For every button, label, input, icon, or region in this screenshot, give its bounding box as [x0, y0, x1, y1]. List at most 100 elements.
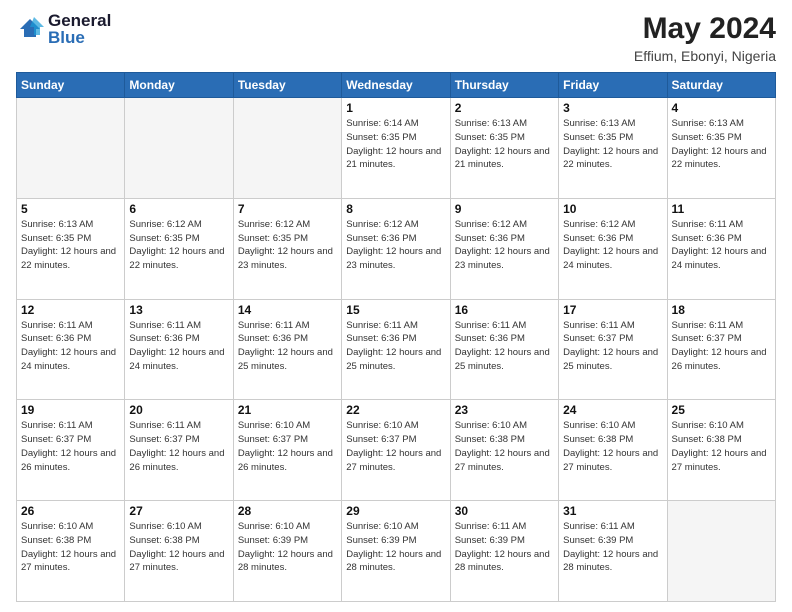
day-header-saturday: Saturday [667, 73, 775, 98]
cell-info: Sunrise: 6:10 AMSunset: 6:37 PMDaylight:… [346, 419, 445, 474]
day-number: 18 [672, 303, 771, 317]
day-number: 11 [672, 202, 771, 216]
day-cell-16: 16Sunrise: 6:11 AMSunset: 6:36 PMDayligh… [450, 299, 558, 400]
day-number: 12 [21, 303, 120, 317]
day-number: 1 [346, 101, 445, 115]
cell-info: Sunrise: 6:12 AMSunset: 6:35 PMDaylight:… [238, 218, 337, 273]
day-header-monday: Monday [125, 73, 233, 98]
day-cell-24: 24 Sunrise: 6:10 AMSunset: 6:38 PMDayligh… [559, 400, 667, 501]
logo-blue: Blue [48, 29, 111, 46]
logo-general: General [48, 12, 111, 29]
day-cell-14: 14Sunrise: 6:11 AMSunset: 6:36 PMDayligh… [233, 299, 341, 400]
cell-info: Sunrise: 6:12 AMSunset: 6:36 PMDaylight:… [455, 218, 554, 273]
day-number: 7 [238, 202, 337, 216]
week-row-3: 12 Sunrise: 6:11 AMSunset: 6:36 PMDayligh… [17, 299, 776, 400]
day-cell-30: 30 Sunrise: 6:11 AMSunset: 6:39 PMDayligh… [450, 501, 558, 602]
day-cell-9: 9 Sunrise: 6:12 AMSunset: 6:36 PMDaylight… [450, 198, 558, 299]
day-number: 28 [238, 504, 337, 518]
cell-info: Sunrise: 6:10 AMSunset: 6:38 PMDaylight:… [563, 419, 662, 474]
logo-icon [16, 15, 44, 43]
day-cell-21: 21 Sunrise: 6:10 AMSunset: 6:37 PMDayligh… [233, 400, 341, 501]
cell-info: Sunrise: 6:13 AMSunset: 6:35 PMDaylight:… [563, 117, 662, 172]
day-cell-3: 3 Sunrise: 6:13 AMSunset: 6:35 PMDaylight… [559, 98, 667, 199]
day-header-sunday: Sunday [17, 73, 125, 98]
week-row-4: 19 Sunrise: 6:11 AMSunset: 6:37 PMDayligh… [17, 400, 776, 501]
day-cell-1: 1 Sunrise: 6:14 AMSunset: 6:35 PMDaylight… [342, 98, 450, 199]
cell-info: Sunrise: 6:11 AMSunset: 6:36 PMDaylight:… [129, 319, 228, 374]
week-row-5: 26 Sunrise: 6:10 AMSunset: 6:38 PMDayligh… [17, 501, 776, 602]
cell-info: Sunrise: 6:14 AMSunset: 6:35 PMDaylight:… [346, 117, 445, 172]
cell-info: Sunrise: 6:12 AMSunset: 6:35 PMDaylight:… [129, 218, 228, 273]
cell-info: Sunrise: 6:11 AMSunset: 6:39 PMDaylight:… [455, 520, 554, 575]
day-number: 29 [346, 504, 445, 518]
cell-info: Sunrise: 6:10 AMSunset: 6:38 PMDaylight:… [21, 520, 120, 575]
day-cell-20: 20 Sunrise: 6:11 AMSunset: 6:37 PMDayligh… [125, 400, 233, 501]
month-year: May 2024 [634, 12, 776, 46]
day-number: 30 [455, 504, 554, 518]
cell-info: Sunrise: 6:13 AMSunset: 6:35 PMDaylight:… [672, 117, 771, 172]
cell-info: Sunrise: 6:11 AMSunset: 6:37 PMDaylight:… [129, 419, 228, 474]
day-number: 25 [672, 403, 771, 417]
cell-info: Sunrise: 6:11 AMSunset: 6:36 PMDaylight:… [346, 319, 445, 374]
title-block: May 2024 Effium, Ebonyi, Nigeria [634, 12, 776, 64]
week-row-1: 1 Sunrise: 6:14 AMSunset: 6:35 PMDaylight… [17, 98, 776, 199]
day-cell-22: 22 Sunrise: 6:10 AMSunset: 6:37 PMDayligh… [342, 400, 450, 501]
day-number: 9 [455, 202, 554, 216]
day-number: 10 [563, 202, 662, 216]
day-cell-4: 4 Sunrise: 6:13 AMSunset: 6:35 PMDaylight… [667, 98, 775, 199]
day-cell-25: 25Sunrise: 6:10 AMSunset: 6:38 PMDayligh… [667, 400, 775, 501]
cell-info: Sunrise: 6:12 AMSunset: 6:36 PMDaylight:… [346, 218, 445, 273]
day-number: 31 [563, 504, 662, 518]
day-number: 4 [672, 101, 771, 115]
day-number: 20 [129, 403, 228, 417]
cell-info: Sunrise: 6:12 AMSunset: 6:36 PMDaylight:… [563, 218, 662, 273]
day-number: 23 [455, 403, 554, 417]
day-number: 27 [129, 504, 228, 518]
cell-info: Sunrise: 6:10 AMSunset: 6:39 PMDaylight:… [238, 520, 337, 575]
day-cell-26: 26 Sunrise: 6:10 AMSunset: 6:38 PMDayligh… [17, 501, 125, 602]
day-header-thursday: Thursday [450, 73, 558, 98]
day-cell-empty [125, 98, 233, 199]
location: Effium, Ebonyi, Nigeria [634, 48, 776, 64]
day-number: 22 [346, 403, 445, 417]
day-number: 3 [563, 101, 662, 115]
day-cell-5: 5Sunrise: 6:13 AMSunset: 6:35 PMDaylight… [17, 198, 125, 299]
day-cell-23: 23Sunrise: 6:10 AMSunset: 6:38 PMDayligh… [450, 400, 558, 501]
day-cell-empty [17, 98, 125, 199]
logo-text: General Blue [48, 12, 111, 46]
cell-info: Sunrise: 6:11 AMSunset: 6:39 PMDaylight:… [563, 520, 662, 575]
cell-info: Sunrise: 6:11 AMSunset: 6:36 PMDaylight:… [21, 319, 120, 374]
day-number: 24 [563, 403, 662, 417]
cell-info: Sunrise: 6:11 AMSunset: 6:36 PMDaylight:… [238, 319, 337, 374]
cell-info: Sunrise: 6:10 AMSunset: 6:37 PMDaylight:… [238, 419, 337, 474]
day-number: 19 [21, 403, 120, 417]
day-cell-8: 8Sunrise: 6:12 AMSunset: 6:36 PMDaylight… [342, 198, 450, 299]
page: General Blue May 2024 Effium, Ebonyi, Ni… [0, 0, 792, 612]
day-number: 17 [563, 303, 662, 317]
day-number: 13 [129, 303, 228, 317]
cell-info: Sunrise: 6:13 AMSunset: 6:35 PMDaylight:… [21, 218, 120, 273]
calendar-table: SundayMondayTuesdayWednesdayThursdayFrid… [16, 72, 776, 602]
day-cell-7: 7 Sunrise: 6:12 AMSunset: 6:35 PMDaylight… [233, 198, 341, 299]
day-number: 6 [129, 202, 228, 216]
day-cell-13: 13 Sunrise: 6:11 AMSunset: 6:36 PMDayligh… [125, 299, 233, 400]
day-cell-empty [233, 98, 341, 199]
day-number: 21 [238, 403, 337, 417]
day-number: 26 [21, 504, 120, 518]
day-number: 15 [346, 303, 445, 317]
cell-info: Sunrise: 6:11 AMSunset: 6:37 PMDaylight:… [21, 419, 120, 474]
day-header-wednesday: Wednesday [342, 73, 450, 98]
cell-info: Sunrise: 6:11 AMSunset: 6:36 PMDaylight:… [672, 218, 771, 273]
day-cell-6: 6 Sunrise: 6:12 AMSunset: 6:35 PMDaylight… [125, 198, 233, 299]
logo: General Blue [16, 12, 111, 46]
day-header-friday: Friday [559, 73, 667, 98]
day-cell-11: 11 Sunrise: 6:11 AMSunset: 6:36 PMDayligh… [667, 198, 775, 299]
day-cell-12: 12 Sunrise: 6:11 AMSunset: 6:36 PMDayligh… [17, 299, 125, 400]
day-cell-29: 29Sunrise: 6:10 AMSunset: 6:39 PMDayligh… [342, 501, 450, 602]
cell-info: Sunrise: 6:13 AMSunset: 6:35 PMDaylight:… [455, 117, 554, 172]
header: General Blue May 2024 Effium, Ebonyi, Ni… [16, 12, 776, 64]
day-cell-19: 19 Sunrise: 6:11 AMSunset: 6:37 PMDayligh… [17, 400, 125, 501]
day-header-tuesday: Tuesday [233, 73, 341, 98]
cell-info: Sunrise: 6:10 AMSunset: 6:38 PMDaylight:… [129, 520, 228, 575]
cell-info: Sunrise: 6:11 AMSunset: 6:36 PMDaylight:… [455, 319, 554, 374]
